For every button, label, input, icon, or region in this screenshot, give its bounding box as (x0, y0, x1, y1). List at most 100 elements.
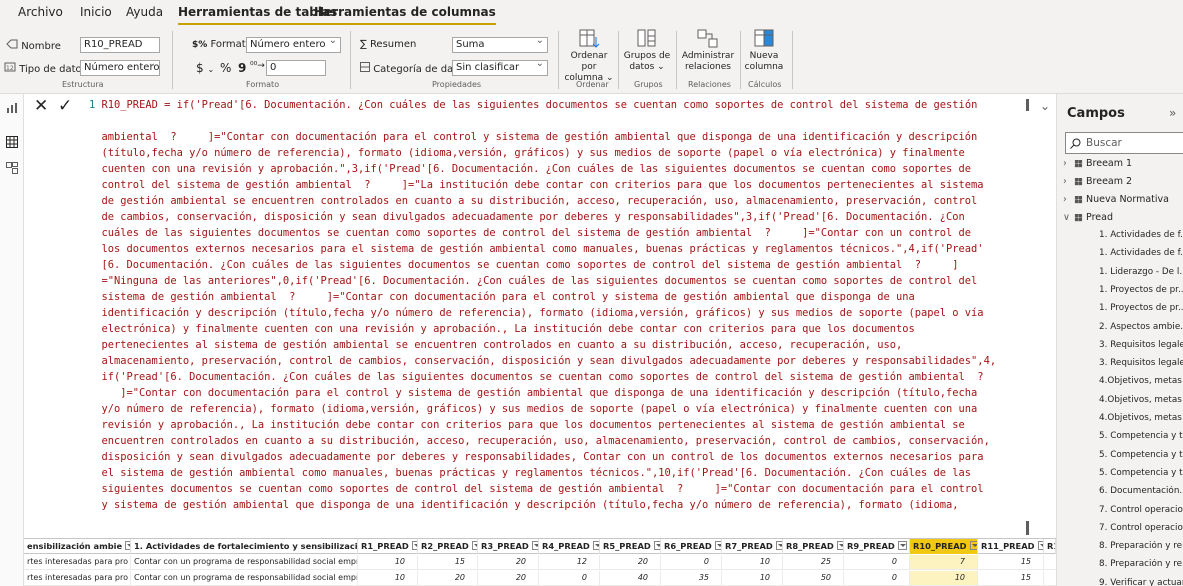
chevron-down-icon[interactable] (775, 541, 782, 550)
field-item[interactable]: 6. Documentación. ... (1099, 486, 1183, 502)
field-table-pread[interactable]: ∨ ▦ Pread (1063, 212, 1113, 228)
column-header[interactable]: R9_PREAD (844, 539, 910, 554)
chevron-down-icon[interactable] (969, 541, 977, 550)
field-item[interactable]: 5. Competencia y t... (1099, 468, 1183, 484)
column-header[interactable]: R11_PREAD (978, 539, 1044, 554)
resumen-select[interactable]: Suma (452, 37, 548, 53)
field-item[interactable]: 4.Objetivos, metas ... (1099, 395, 1183, 411)
column-header[interactable]: R6_PREAD (661, 539, 722, 554)
table-row[interactable]: rtes interesadas para pro Contar con un … (24, 571, 1056, 586)
column-header[interactable]: R1 (1044, 539, 1056, 554)
chevron-down-icon[interactable] (531, 541, 538, 550)
field-table-breeam-1[interactable]: › ▦ Breeam 1 (1063, 158, 1132, 174)
table-row[interactable]: rtes interesadas para pro Contar con un … (24, 555, 1056, 570)
column-header[interactable]: R3_PREAD (478, 539, 539, 554)
field-item[interactable]: 8. Preparación y re... (1099, 559, 1183, 575)
categoria-select[interactable]: Sin clasificar (452, 60, 548, 76)
chevron-right-icon[interactable]: › (1063, 194, 1071, 205)
currency-button[interactable]: $ ⌄ (196, 61, 214, 75)
field-table-label: Breeam 1 (1086, 158, 1133, 169)
data-type-icon: 12 (4, 62, 16, 72)
table-cell: 35 (661, 571, 722, 585)
group-ordenar: Ordenar (576, 80, 609, 89)
formula-line: (título,fecha y/o número de referencia),… (101, 147, 965, 159)
column-header[interactable]: R8_PREAD (783, 539, 844, 554)
fields-pane: Campos » Buscar › ▦ Breeam 1 › ▦ Breeam 2… (1056, 94, 1183, 586)
scroll-thumb-bottom[interactable] (1026, 521, 1029, 535)
field-item[interactable]: 1. Actividades de f... (1099, 230, 1183, 246)
chevron-down-icon[interactable] (836, 541, 843, 550)
commit-formula-icon[interactable]: ✓ (58, 96, 72, 116)
field-item[interactable]: 3. Requisitos legale... (1099, 358, 1183, 374)
field-item[interactable]: 4.Objetivos, metas ... (1099, 376, 1183, 392)
field-item[interactable]: 4.Objetivos, metas ... (1099, 413, 1183, 429)
field-item[interactable]: 5. Competencia y t... (1099, 450, 1183, 466)
formula-line: y/o número de referencia), formato (idio… (101, 403, 978, 415)
dax-formula-editor[interactable]: 1 R10_PREAD = if('Pread'[6. Documentació… (89, 97, 1039, 537)
field-item[interactable]: 1. Proyectos de pr... (1099, 303, 1183, 319)
scroll-thumb-top[interactable] (1026, 99, 1029, 111)
formula-line: los documentos externos necesarios para … (101, 243, 984, 255)
resumen-label: ∑ Resumen (360, 39, 417, 50)
field-item[interactable]: 5. Competencia y t... (1099, 431, 1183, 447)
field-table-nueva-normativa[interactable]: › ▦ Nueva Normativa (1063, 194, 1169, 210)
tab-herramientas-de-columnas[interactable]: Herramientas de columnas (314, 5, 496, 25)
fields-search-input[interactable]: Buscar (1065, 132, 1183, 154)
thousands-separator-button[interactable]: 9 (238, 61, 246, 75)
collapse-pane-icon[interactable]: » (1169, 106, 1176, 120)
table-icon: ▦ (1071, 194, 1087, 205)
chevron-down-icon[interactable]: ⌄ (1040, 99, 1054, 113)
ordenar-por-columna-button[interactable]: Ordenar por columna ⌄ (562, 29, 616, 84)
chevron-down-icon[interactable] (653, 541, 660, 550)
cancel-formula-icon[interactable]: ✕ (34, 96, 48, 116)
nombre-field[interactable]: R10_PREAD (80, 37, 160, 53)
decimals-input[interactable]: 0 (266, 60, 326, 76)
chevron-right-icon[interactable]: › (1063, 158, 1071, 169)
column-header[interactable]: 1. Actividades de fortalecimiento y sens… (131, 539, 358, 554)
data-view-icon[interactable] (6, 136, 18, 148)
column-header-selected[interactable]: R10_PREAD (910, 539, 978, 554)
chevron-down-icon[interactable] (897, 541, 907, 550)
table-icon: ▦ (1071, 158, 1087, 169)
field-table-label: Pread (1086, 212, 1113, 223)
chevron-down-icon[interactable] (714, 541, 721, 550)
field-table-breeam-2[interactable]: › ▦ Breeam 2 (1063, 176, 1132, 192)
field-item[interactable]: 1. Proyectos de pr... (1099, 285, 1183, 301)
column-header[interactable]: ensibilización ambie (24, 539, 131, 554)
table-cell: 50 (783, 571, 844, 585)
formato-select[interactable]: Número entero (246, 37, 341, 53)
column-header[interactable]: R7_PREAD (722, 539, 783, 554)
field-item[interactable]: 1. Liderazgo - De l... (1099, 267, 1183, 283)
formula-scrollbar[interactable] (1025, 97, 1035, 537)
menu-bar: Archivo Inicio Ayuda Herramientas de tab… (0, 0, 1183, 25)
field-item[interactable]: 1. Actividades de f... (1099, 248, 1183, 264)
field-item[interactable]: 7. Control operacio... (1099, 523, 1183, 539)
tab-ayuda[interactable]: Ayuda (126, 5, 163, 19)
tipo-de-datos-select[interactable]: Número entero (80, 60, 160, 76)
sort-column-icon (579, 29, 600, 48)
nombre-label: Nombre (6, 39, 61, 52)
column-header[interactable]: R1_PREAD (358, 539, 418, 554)
column-header[interactable]: R4_PREAD (539, 539, 600, 554)
group-divider (740, 31, 741, 89)
field-item[interactable]: 8. Preparación y re... (1099, 541, 1183, 557)
decimals-icon[interactable]: ⁰⁰→ (250, 61, 265, 71)
field-item[interactable]: 3. Requisitos legale... (1099, 340, 1183, 356)
column-header[interactable]: R5_PREAD (600, 539, 661, 554)
chevron-down-icon[interactable] (592, 541, 599, 550)
field-item[interactable]: 2. Aspectos ambie... (1099, 322, 1183, 338)
model-view-icon[interactable] (6, 162, 18, 174)
administrar-relaciones-button[interactable]: Administrar relaciones (680, 29, 736, 73)
percent-button[interactable]: % (220, 61, 231, 75)
group-calculos: Cálculos (748, 80, 782, 89)
tab-archivo[interactable]: Archivo (18, 5, 63, 19)
field-item[interactable]: 7. Control operacio... (1099, 505, 1183, 521)
chevron-right-icon[interactable]: › (1063, 176, 1071, 187)
chevron-down-icon[interactable]: ∨ (1063, 212, 1071, 223)
report-view-icon[interactable] (6, 102, 18, 114)
tab-inicio[interactable]: Inicio (80, 5, 112, 19)
column-header[interactable]: R2_PREAD (418, 539, 478, 554)
field-item[interactable]: 9. Verificar y actuar... (1099, 578, 1183, 586)
nueva-columna-button[interactable]: Nueva columna (742, 29, 786, 73)
grupos-de-datos-button[interactable]: Grupos de datos ⌄ (622, 29, 672, 73)
